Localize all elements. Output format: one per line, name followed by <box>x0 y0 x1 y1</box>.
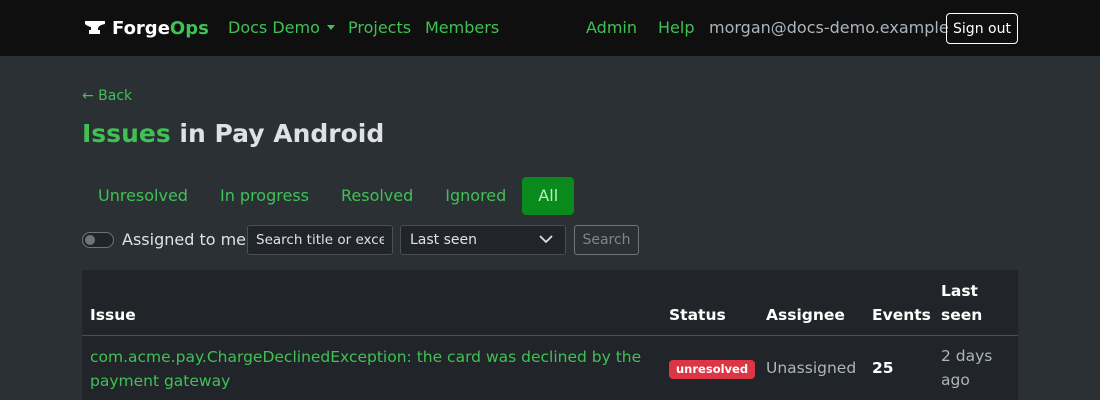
user-email: morgan@docs-demo.example <box>709 18 949 37</box>
tab-all[interactable]: All <box>522 177 575 215</box>
column-header-last-seen-line2: seen <box>941 306 983 324</box>
anvil-icon <box>84 16 106 42</box>
caret-down-icon <box>326 25 335 30</box>
sign-out-button[interactable]: Sign out <box>946 13 1018 44</box>
last-seen-line2: ago <box>941 371 970 389</box>
status-badge: unresolved <box>669 360 756 379</box>
last-seen-cell: 2 days ago <box>941 344 992 392</box>
column-header-last-seen[interactable]: Last seen <box>941 279 982 327</box>
nav-help-link[interactable]: Help <box>658 17 694 39</box>
issues-table: Issue Status Assignee Events Last seen co… <box>82 270 1018 400</box>
chevron-down-icon <box>539 235 553 243</box>
assigned-to-me-toggle[interactable] <box>82 232 114 248</box>
column-header-assignee[interactable]: Assignee <box>766 303 845 327</box>
tab-ignored[interactable]: Ignored <box>429 177 522 215</box>
nav-admin-link[interactable]: Admin <box>586 17 637 39</box>
top-navbar: ForgeOps Docs Demo Projects Members Admi… <box>0 0 1100 56</box>
column-header-last-seen-line1: Last <box>941 282 978 300</box>
issue-title-link[interactable]: com.acme.pay.ChargeDeclinedException: th… <box>90 345 660 393</box>
brand-name-part1: Forge <box>112 18 170 39</box>
org-dropdown-label: Docs Demo <box>228 18 320 37</box>
nav-members-link[interactable]: Members <box>425 17 499 39</box>
last-seen-line1: 2 days <box>941 347 993 365</box>
page-title-project: in Pay Android <box>170 119 385 148</box>
column-header-events[interactable]: Events <box>872 303 931 327</box>
brand-name: ForgeOps <box>112 18 209 40</box>
events-count: 25 <box>872 359 894 377</box>
assignee-cell[interactable]: Unassigned <box>766 356 856 380</box>
brand-name-part2: Ops <box>169 18 209 39</box>
nav-projects-link[interactable]: Projects <box>348 17 411 39</box>
page-title: Issues in Pay Android <box>82 118 384 150</box>
column-header-status[interactable]: Status <box>669 303 726 327</box>
page-title-highlight: Issues <box>82 119 171 148</box>
assigned-to-me-label[interactable]: Assigned to me <box>122 229 246 251</box>
search-input[interactable] <box>247 225 393 255</box>
tab-in-progress[interactable]: In progress <box>204 177 325 215</box>
sort-select-value: Last seen <box>410 232 478 248</box>
tab-unresolved[interactable]: Unresolved <box>82 177 204 215</box>
brand-logo[interactable]: ForgeOps <box>84 16 209 42</box>
back-link[interactable]: ← Back <box>82 86 132 106</box>
search-button[interactable]: Search <box>574 225 639 255</box>
sort-select[interactable]: Last seen <box>400 225 566 255</box>
org-dropdown[interactable]: Docs Demo <box>228 17 335 39</box>
tab-resolved[interactable]: Resolved <box>325 177 429 215</box>
toggle-knob <box>85 235 95 245</box>
table-header-divider <box>82 335 1018 336</box>
column-header-issue[interactable]: Issue <box>90 303 136 327</box>
status-tabs: Unresolved In progress Resolved Ignored … <box>82 177 575 215</box>
